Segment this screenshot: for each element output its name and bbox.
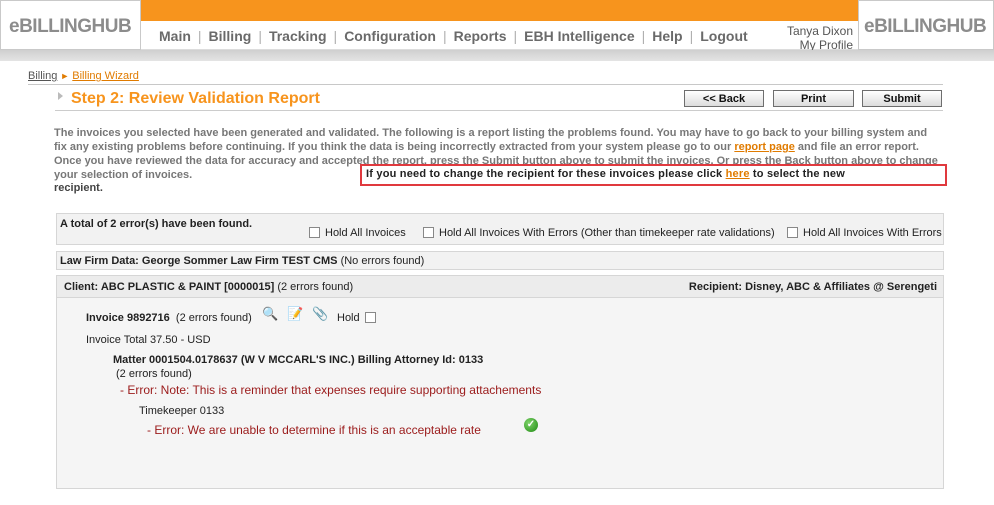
invoice-error-count: (2 errors found): [175, 312, 252, 324]
page-title: Step 2: Review Validation Report: [71, 90, 320, 107]
edit-icon[interactable]: 📝: [287, 306, 303, 322]
law-firm-status: (No errors found): [340, 255, 425, 267]
hold-all-option: Hold All Invoices: [309, 227, 406, 239]
matter-error-message: - Error: Note: This is a reminder that e…: [120, 383, 542, 397]
main-nav: Main | Billing | Tracking | Configuration | Repo…: [141, 21, 858, 52]
print-button[interactable]: Print: [773, 90, 854, 107]
hold-invoice-option: Hold: [337, 312, 381, 324]
invoice-label: Invoice 9892716: [86, 312, 170, 324]
matter-error-count: (2 errors found): [116, 368, 192, 380]
hold-errors-checkbox[interactable]: [787, 227, 798, 238]
back-button[interactable]: << Back: [684, 90, 764, 107]
breadcrumb-billing-wizard[interactable]: Billing Wizard: [72, 70, 139, 82]
logo-text: eBILLINGHUB: [9, 16, 132, 37]
nav-ebh-intelligence[interactable]: EBH Intelligence: [524, 28, 634, 44]
notice-text: If you need to change the recipient for …: [366, 168, 845, 180]
hold-all-checkbox[interactable]: [309, 227, 320, 238]
timekeeper-label: Timekeeper 0133: [139, 405, 225, 417]
accept-check-icon[interactable]: ✓: [524, 418, 538, 432]
hold-errors-label: Hold All Invoices With Errors: [803, 227, 942, 239]
header-divider: [0, 50, 994, 61]
hold-invoice-checkbox[interactable]: [364, 312, 376, 323]
invoice-total: Invoice Total 37.50 - USD: [86, 334, 211, 346]
title-divider: [55, 110, 943, 111]
attachment-icon[interactable]: 📎: [312, 306, 328, 322]
user-info: Tanya Dixon My Profile: [787, 24, 853, 52]
nav-billing[interactable]: Billing: [209, 28, 252, 44]
hold-errors-other-checkbox[interactable]: [423, 227, 434, 238]
nav-menu: Main | Billing | Tracking | Configuration | Repo…: [159, 28, 748, 44]
hold-all-label: Hold All Invoices: [325, 227, 406, 239]
client-row: Client: ABC PLASTIC & PAINT [0000015] (2…: [64, 281, 353, 293]
submit-button[interactable]: Submit: [862, 90, 942, 107]
hold-invoice-label: Hold: [337, 312, 360, 324]
step-arrow-icon: [58, 92, 63, 100]
error-summary-panel: A total of 2 error(s) have been found. H…: [56, 213, 944, 245]
user-name: Tanya Dixon: [786, 24, 853, 38]
nav-configuration[interactable]: Configuration: [344, 28, 436, 44]
law-firm-label: Law Firm Data: George Sommer Law Firm TE…: [60, 255, 338, 267]
nav-logout[interactable]: Logout: [700, 28, 747, 44]
matter-label: Matter 0001504.0178637 (W V MCCARL'S INC…: [113, 354, 484, 366]
nav-tracking[interactable]: Tracking: [269, 28, 327, 44]
header-orange-bar: [141, 0, 858, 21]
logo-left: eBILLINGHUB: [0, 0, 141, 50]
breadcrumb: Billing ► Billing Wizard: [28, 70, 139, 82]
invoice-row: Invoice 9892716 (2 errors found): [86, 312, 252, 324]
logo-text: eBILLINGHUB: [864, 16, 987, 37]
nav-main[interactable]: Main: [159, 28, 191, 44]
client-header: Client: ABC PLASTIC & PAINT [0000015] (2…: [57, 276, 943, 298]
notice-post: to select the new: [749, 168, 845, 180]
breadcrumb-divider: [28, 84, 943, 85]
notice-pre: If you need to change the recipient for …: [366, 168, 726, 180]
logo-right: eBILLINGHUB: [858, 0, 994, 50]
hold-errors-option: Hold All Invoices With Errors: [787, 227, 942, 239]
recipient-label: Recipient: Disney, ABC & Affiliates @ Se…: [688, 281, 937, 293]
total-errors-text: A total of 2 error(s) have been found.: [60, 218, 253, 230]
hold-errors-other-option: Hold All Invoices With Errors (Other tha…: [423, 227, 775, 239]
nav-help[interactable]: Help: [652, 28, 682, 44]
breadcrumb-billing[interactable]: Billing: [28, 70, 57, 82]
hold-errors-other-label: Hold All Invoices With Errors (Other tha…: [439, 227, 775, 239]
law-firm-row: Law Firm Data: George Sommer Law Firm TE…: [60, 255, 424, 267]
breadcrumb-arrow-icon: ►: [60, 71, 70, 81]
client-label: Client: ABC PLASTIC & PAINT [0000015]: [64, 281, 275, 293]
nav-reports[interactable]: Reports: [454, 28, 507, 44]
timekeeper-error-message: - Error: We are unable to determine if t…: [147, 423, 481, 437]
report-page-link[interactable]: report page: [734, 141, 795, 153]
client-panel: Client: ABC PLASTIC & PAINT [0000015] (2…: [56, 275, 944, 489]
recipient-change-notice: If you need to change the recipient for …: [360, 164, 947, 186]
notice-tail: recipient.: [54, 182, 103, 194]
change-recipient-link[interactable]: here: [726, 168, 750, 180]
law-firm-panel: Law Firm Data: George Sommer Law Firm TE…: [56, 251, 944, 270]
client-error-count: (2 errors found): [277, 281, 354, 293]
search-icon[interactable]: 🔍: [262, 306, 278, 322]
